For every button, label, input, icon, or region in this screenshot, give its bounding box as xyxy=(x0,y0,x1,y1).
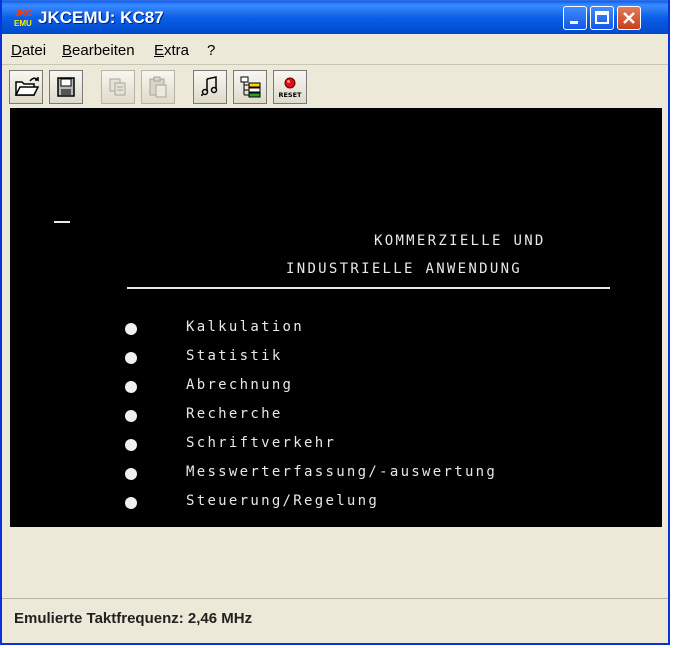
copy-icon xyxy=(109,78,126,96)
screen-list-item: Messwerterfassung/-auswertung xyxy=(186,464,498,480)
app-icon-bottom-text: EMU xyxy=(14,19,32,28)
maximize-icon xyxy=(595,11,609,24)
bullet-icon xyxy=(125,323,137,335)
bullet-icon xyxy=(125,410,137,422)
reset-label: RESET xyxy=(278,91,302,99)
menu-extra[interactable]: Extra xyxy=(154,42,189,59)
reset-button[interactable]: RESET xyxy=(273,70,307,104)
bullet-icon xyxy=(125,381,137,393)
audio-button[interactable] xyxy=(193,70,227,104)
menu-help[interactable]: ? xyxy=(207,42,215,59)
title-bar[interactable]: JKC EMU JKCEMU: KC87 xyxy=(2,0,668,35)
maximize-button[interactable] xyxy=(590,6,614,30)
screen-list-item: Abrechnung xyxy=(186,377,294,393)
window-title: JKCEMU: KC87 xyxy=(38,8,164,27)
menu-bearbeiten[interactable]: Bearbeiten xyxy=(62,42,135,59)
status-text: Emulierte Taktfrequenz: 2,46 MHz xyxy=(14,610,253,627)
tree-icon xyxy=(240,76,261,98)
close-icon xyxy=(623,12,635,24)
menu-bearbeiten-label: earbeiten xyxy=(72,42,135,59)
bullet-icon xyxy=(125,352,137,364)
reset-icon: RESET xyxy=(278,77,302,99)
menu-datei-mnemonic: D xyxy=(11,42,22,59)
minimize-button[interactable] xyxy=(563,6,587,30)
minimize-icon xyxy=(570,21,578,24)
bullet-icon xyxy=(125,468,137,480)
screen-underline xyxy=(127,287,610,289)
audio-icon xyxy=(201,76,218,96)
screen-list-item: Recherche xyxy=(186,406,283,422)
emulator-screen[interactable]: KOMMERZIELLE UND INDUSTRIELLE ANWENDUNG … xyxy=(10,108,662,527)
app-icon-top-text: JKC xyxy=(15,8,32,18)
bullet-icon xyxy=(125,439,137,451)
bullet-icon xyxy=(125,497,137,509)
menu-extra-label: xtra xyxy=(164,42,190,59)
status-bar: Emulierte Taktfrequenz: 2,46 MHz xyxy=(2,598,668,641)
menu-datei-label: atei xyxy=(21,42,47,59)
jkcemu-icon: JKC EMU xyxy=(12,8,34,30)
toolbar: RESET xyxy=(2,64,668,109)
screen-list-item: Statistik xyxy=(186,348,283,364)
close-button[interactable] xyxy=(617,6,641,30)
menu-bearbeiten-mnemonic: B xyxy=(62,42,73,59)
open-folder-icon xyxy=(14,77,40,96)
tree-button[interactable] xyxy=(233,70,267,104)
copy-button[interactable] xyxy=(101,70,135,104)
screen-list-item: Schriftverkehr xyxy=(186,435,337,451)
save-disk-icon xyxy=(57,77,75,97)
screen-list-item: Kalkulation xyxy=(186,319,305,335)
menu-help-label: ? xyxy=(207,42,216,59)
screen-heading-line1: KOMMERZIELLE UND xyxy=(374,233,546,249)
paste-button[interactable] xyxy=(141,70,175,104)
menu-extra-mnemonic: E xyxy=(154,42,165,59)
save-button[interactable] xyxy=(49,70,83,104)
menu-bar: Datei Bearbeiten Extra ? xyxy=(2,34,668,64)
paste-icon xyxy=(149,76,167,98)
menu-datei[interactable]: Datei xyxy=(11,42,46,59)
screen-cursor xyxy=(54,221,70,223)
screen-list-item: Steuerung/Regelung xyxy=(186,493,380,509)
screen-heading-line2: INDUSTRIELLE ANWENDUNG xyxy=(286,261,523,277)
app-window: JKC EMU JKCEMU: KC87 Datei Bearbeiten Ex… xyxy=(0,0,670,645)
open-button[interactable] xyxy=(9,70,43,104)
